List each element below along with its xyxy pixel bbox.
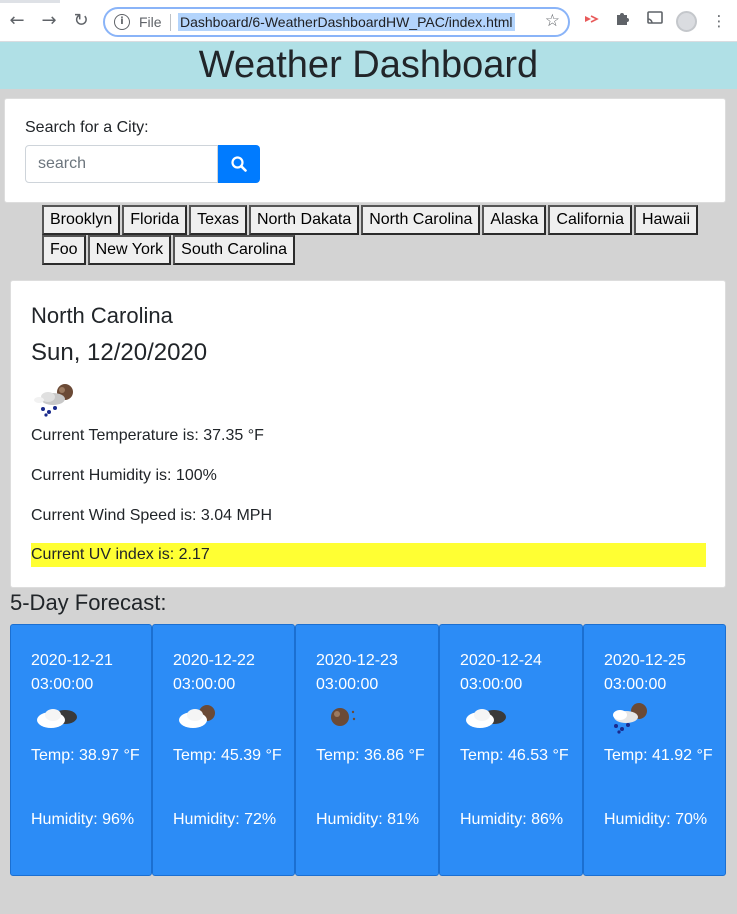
search-label: Search for a City: (25, 119, 149, 136)
forward-button[interactable]: → (38, 10, 60, 32)
browser-toolbar: ← → ↻ i File Dashboard/6-WeatherDashboar… (0, 0, 737, 42)
forecast-humidity: Humidity: 86% (460, 811, 564, 828)
forecast-temp: Temp: 41.92 °F (604, 747, 713, 764)
clear-night-icon (331, 708, 356, 726)
bookmark-star-icon[interactable]: ☆ (545, 11, 560, 31)
address-bar[interactable]: i File Dashboard/6-WeatherDashboardHW_PA… (103, 7, 570, 37)
forecast-humidity: Humidity: 96% (31, 811, 135, 828)
page-title: Weather Dashboard (198, 44, 539, 86)
current-city: North Carolina (31, 303, 173, 328)
current-temperature: Current Temperature is: 37.35 °F (31, 427, 264, 444)
rain-cloud-icon (34, 384, 73, 417)
current-humidity: Current Humidity is: 100% (31, 467, 217, 484)
search-card: Search for a City: (4, 98, 726, 203)
forecast-card: 2020-12-22 03:00:00 Temp: 45.39 °F Humidi… (152, 624, 295, 876)
city-button[interactable]: Brooklyn (42, 205, 121, 235)
city-button[interactable]: Florida (122, 205, 188, 235)
forecast-humidity: Humidity: 81% (316, 811, 420, 828)
rain-cloud-icon (613, 703, 647, 734)
forecast-datetime: 2020-12-25 03:00:00 (604, 652, 686, 693)
back-button[interactable]: ← (6, 10, 28, 32)
current-weather-card: North Carolina Sun, 12/20/2020 Current T… (10, 280, 726, 588)
divider (170, 14, 171, 31)
city-button[interactable]: Texas (189, 205, 247, 235)
tab-strip (0, 0, 60, 3)
forecast-temp: Temp: 38.97 °F (31, 747, 140, 764)
forecast-title: 5-Day Forecast: (10, 590, 167, 615)
forecast-datetime: 2020-12-24 03:00:00 (460, 652, 542, 693)
cloudy-icon (466, 709, 506, 728)
current-wind: Current Wind Speed is: 3.04 MPH (31, 507, 272, 524)
extension-icon[interactable] (580, 10, 602, 32)
city-history: Brooklyn Florida Texas North Dakata Nort… (42, 205, 702, 265)
forecast-card: 2020-12-24 03:00:00 Temp: 46.53 °F Humidi… (439, 624, 583, 876)
city-button[interactable]: North Dakata (248, 205, 360, 235)
city-button[interactable]: North Carolina (361, 205, 481, 235)
cast-icon[interactable] (644, 10, 666, 32)
page-header: Weather Dashboard (0, 42, 737, 89)
forecast-humidity: Humidity: 70% (604, 811, 708, 828)
city-button[interactable]: South Carolina (173, 235, 296, 265)
scheme-label: File (139, 14, 162, 30)
uv-index: Current UV index is: 2.17 (31, 543, 706, 567)
cloudy-icon (37, 709, 77, 728)
forecast-row: 2020-12-21 03:00:00 Temp: 38.97 °F Humidi… (10, 624, 726, 876)
forecast-temp: Temp: 45.39 °F (173, 747, 282, 764)
info-icon[interactable]: i (114, 14, 130, 30)
forecast-datetime: 2020-12-22 03:00:00 (173, 652, 255, 693)
partly-cloudy-icon (179, 705, 215, 728)
search-icon (231, 156, 247, 172)
url-text[interactable]: Dashboard/6-WeatherDashboardHW_PAC/index… (178, 13, 515, 31)
forecast-card: 2020-12-21 03:00:00 Temp: 38.97 °F Humidi… (10, 624, 152, 876)
reload-button[interactable]: ↻ (70, 10, 92, 32)
city-button[interactable]: New York (87, 235, 172, 265)
city-button[interactable]: Hawaii (634, 205, 699, 235)
search-input[interactable] (25, 145, 218, 183)
menu-icon[interactable]: ⋮ (708, 10, 730, 32)
city-button[interactable]: California (548, 205, 632, 235)
forecast-temp: Temp: 46.53 °F (460, 747, 569, 764)
city-button[interactable]: Alaska (482, 205, 547, 235)
forecast-datetime: 2020-12-21 03:00:00 (31, 652, 113, 693)
city-button[interactable]: Foo (42, 235, 86, 265)
current-date: Sun, 12/20/2020 (31, 339, 208, 366)
search-button[interactable] (218, 145, 260, 183)
forecast-card: 2020-12-23 03:00:00 Temp: 36.86 °F Humidi… (295, 624, 439, 876)
profile-avatar[interactable] (676, 11, 697, 32)
forecast-datetime: 2020-12-23 03:00:00 (316, 652, 398, 693)
puzzle-icon[interactable] (612, 10, 634, 32)
forecast-card: 2020-12-25 03:00:00 Temp: 41.92 °F Humidi… (583, 624, 726, 876)
forecast-humidity: Humidity: 72% (173, 811, 277, 828)
forecast-temp: Temp: 36.86 °F (316, 747, 425, 764)
